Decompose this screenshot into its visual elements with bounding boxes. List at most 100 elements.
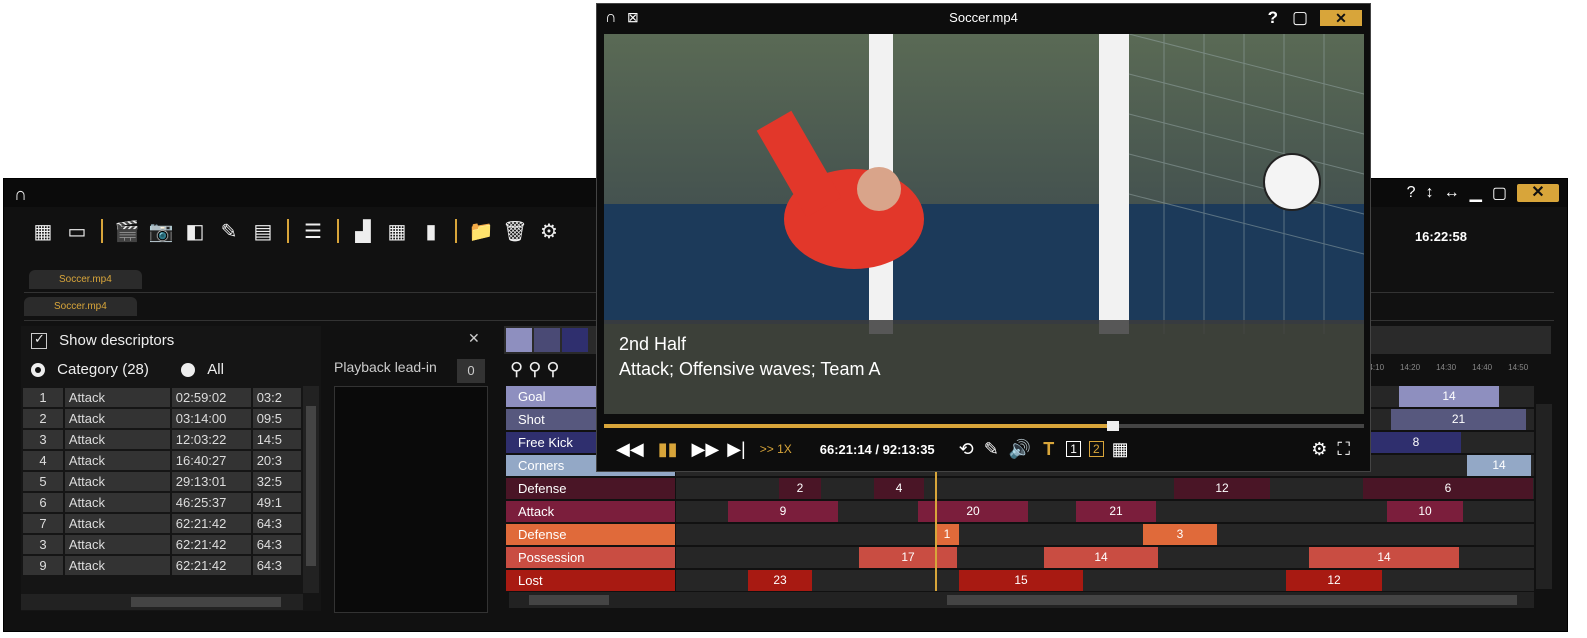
category-track[interactable]: 13 xyxy=(676,524,1534,545)
category-label[interactable]: Lost xyxy=(506,570,675,591)
grid-view-icon[interactable]: ▦ xyxy=(1112,439,1129,460)
table-row[interactable]: 9 Attack 62:21:42 64:3 xyxy=(23,556,301,575)
category-track[interactable]: 23 15 12 xyxy=(676,570,1534,591)
help-icon[interactable]: ? xyxy=(1407,184,1416,202)
timeline-event[interactable]: 2 xyxy=(779,478,821,499)
table-row[interactable]: 3 Attack 62:21:42 64:3 xyxy=(23,535,301,554)
grid-icon[interactable]: ▤ xyxy=(249,217,277,245)
timeline-event[interactable]: 6 xyxy=(1363,478,1533,499)
sync-icon[interactable]: ⟲ xyxy=(959,439,974,460)
fullscreen-icon[interactable]: ⛶ xyxy=(1337,439,1350,460)
list-icon[interactable]: ☰ xyxy=(299,217,327,245)
clapperboard-icon[interactable]: 🎬 xyxy=(113,217,141,245)
playback-speed[interactable]: >> 1X xyxy=(760,442,792,456)
detach-icon[interactable]: ⊠ xyxy=(627,9,639,26)
category-track[interactable]: 9 20 21 10 xyxy=(676,501,1534,522)
brush-icon[interactable]: ✎ xyxy=(984,439,999,460)
leadin-input[interactable]: 0 xyxy=(457,359,485,383)
settings-icon[interactable]: ⚙ xyxy=(1311,439,1327,460)
zoom-in-icon[interactable]: ⚲ xyxy=(510,359,523,379)
close-button[interactable]: ✕ xyxy=(1320,10,1362,26)
step-forward-icon[interactable]: ▶| xyxy=(727,439,746,460)
resize-horizontal-icon[interactable]: ↔ xyxy=(1444,184,1460,202)
timeline-event[interactable]: 21 xyxy=(1391,409,1526,430)
category-label[interactable]: Defense xyxy=(506,524,675,545)
ranking-icon[interactable]: ▟ xyxy=(349,217,377,245)
swatch[interactable] xyxy=(562,328,588,352)
category-label[interactable]: Defense xyxy=(506,478,675,499)
table-row[interactable]: 2 Attack 03:14:00 09:5 xyxy=(23,409,301,428)
show-descriptors-row[interactable]: ✓ Show descriptors xyxy=(31,331,174,350)
bar-chart-icon[interactable]: ▮ xyxy=(417,217,445,245)
swatch[interactable] xyxy=(506,328,532,352)
scrollbar-thumb[interactable] xyxy=(529,595,609,605)
timeline-event[interactable]: 3 xyxy=(1143,524,1217,545)
timeline-event[interactable]: 12 xyxy=(1174,478,1270,499)
swatch[interactable] xyxy=(534,328,560,352)
view-1-button[interactable]: 1 xyxy=(1066,441,1081,457)
table-row[interactable]: 4 Attack 16:40:27 20:3 xyxy=(23,451,301,470)
table-row[interactable]: 3 Attack 12:03:22 14:5 xyxy=(23,430,301,449)
text-overlay-icon[interactable]: T xyxy=(1043,439,1054,460)
maximize-icon[interactable]: ▢ xyxy=(1292,8,1308,28)
timeline-event[interactable]: 21 xyxy=(1076,501,1156,522)
timeline-event[interactable]: 14 xyxy=(1467,455,1531,476)
progress-handle[interactable] xyxy=(1107,421,1120,431)
timeline-event[interactable]: 12 xyxy=(1286,570,1382,591)
scrollbar-thumb[interactable] xyxy=(306,406,316,566)
horizontal-scrollbar[interactable] xyxy=(21,594,303,610)
timeline-event[interactable]: 10 xyxy=(1387,501,1463,522)
close-button[interactable]: ✕ xyxy=(1517,184,1559,202)
category-track[interactable]: 17 14 14 xyxy=(676,547,1534,568)
tab-file[interactable]: Soccer.mp4 xyxy=(24,297,137,316)
progress-bar[interactable] xyxy=(604,421,1364,431)
volume-icon[interactable]: 🔊 xyxy=(1009,439,1031,460)
timeline-event[interactable]: 14 xyxy=(1309,547,1459,568)
scrollbar-thumb[interactable] xyxy=(131,597,281,607)
timeline-event[interactable]: 9 xyxy=(728,501,838,522)
resize-vertical-icon[interactable]: ↕ xyxy=(1426,184,1434,202)
tab-file[interactable]: Soccer.mp4 xyxy=(29,270,142,289)
scrollbar-thumb[interactable] xyxy=(947,595,1517,605)
folder-icon[interactable]: 📁 xyxy=(467,217,495,245)
help-icon[interactable]: ? xyxy=(1268,8,1278,28)
timeline-event[interactable]: 23 xyxy=(748,570,812,591)
camera-icon[interactable]: 📷 xyxy=(147,217,175,245)
minimize-icon[interactable]: ▁ xyxy=(1470,183,1482,203)
presentation-icon[interactable]: ▭ xyxy=(63,217,91,245)
timeline-event[interactable]: 17 xyxy=(859,547,957,568)
table-row[interactable]: 5 Attack 29:13:01 32:5 xyxy=(23,472,301,491)
trash-icon[interactable]: 🗑 xyxy=(501,217,529,245)
timeline-hscrollbar[interactable] xyxy=(509,592,1534,608)
timeline-event[interactable]: 14 xyxy=(1044,547,1158,568)
video-frame[interactable]: 2nd Half Attack; Offensive waves; Team A xyxy=(604,34,1364,414)
matrix-icon[interactable]: ▦ xyxy=(383,217,411,245)
category-track[interactable]: 2 4 12 6 xyxy=(676,478,1534,499)
timeline-event[interactable]: 8 xyxy=(1371,432,1461,453)
timeline-event[interactable]: 4 xyxy=(874,478,924,499)
view-2-button[interactable]: 2 xyxy=(1088,441,1104,457)
table-view-icon[interactable]: ▦ xyxy=(29,217,57,245)
zoom-out-icon[interactable]: ⚲ xyxy=(528,359,541,379)
timeline-event[interactable]: 15 xyxy=(959,570,1083,591)
table-row[interactable]: 6 Attack 46:25:37 49:1 xyxy=(23,493,301,512)
category-radio[interactable] xyxy=(31,363,45,378)
rewind-icon[interactable]: ◀◀ xyxy=(616,439,644,460)
all-radio[interactable] xyxy=(181,363,196,378)
brush-icon[interactable]: ✎ xyxy=(215,217,243,245)
table-row[interactable]: 7 Attack 62:21:42 64:3 xyxy=(23,514,301,533)
table-row[interactable]: 1 Attack 02:59:02 03:2 xyxy=(23,388,301,407)
category-label[interactable]: Possession xyxy=(506,547,675,568)
vertical-scrollbar[interactable] xyxy=(303,386,319,593)
pause-icon[interactable]: ▮▮ xyxy=(658,439,678,460)
zoom-fit-icon[interactable]: ⚲ xyxy=(546,359,559,379)
timeline-vscrollbar[interactable] xyxy=(1536,404,1552,589)
category-label[interactable]: Attack xyxy=(506,501,675,522)
close-descriptors-icon[interactable]: ✕ xyxy=(468,330,480,347)
timeline-event[interactable]: 14 xyxy=(1399,386,1499,407)
fast-forward-icon[interactable]: ▶▶ xyxy=(692,439,720,460)
timeline-event[interactable]: 1 xyxy=(935,524,959,545)
gear-icon[interactable]: ⚙ xyxy=(535,217,563,245)
maximize-icon[interactable]: ▢ xyxy=(1492,183,1507,203)
show-descriptors-checkbox[interactable]: ✓ xyxy=(31,331,47,350)
